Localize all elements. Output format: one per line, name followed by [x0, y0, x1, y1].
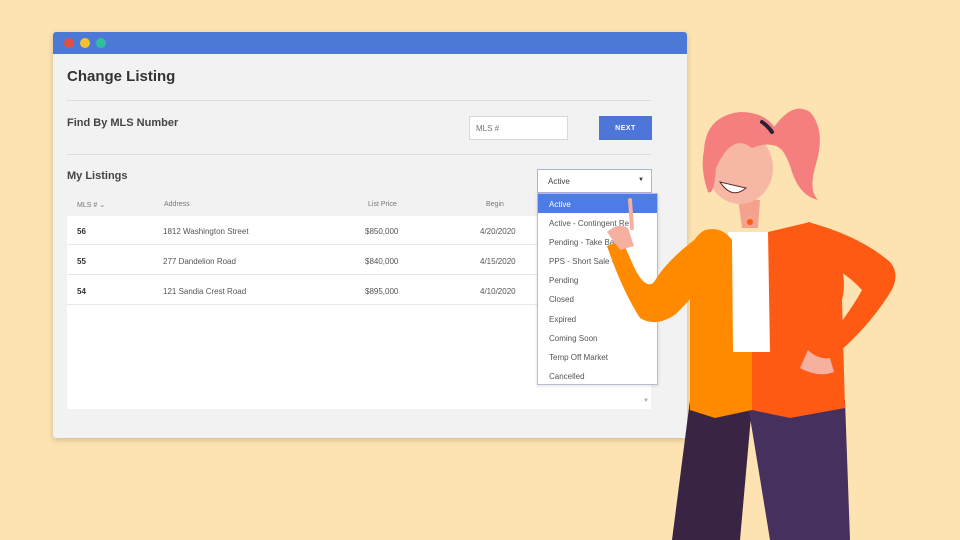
price-cell: $850,000	[365, 227, 399, 236]
waving-thumb	[628, 198, 634, 230]
begin-cell: 4/20/2020	[480, 227, 516, 236]
column-header-address[interactable]: Address	[164, 201, 190, 208]
find-by-mls-label: Find By MLS Number	[67, 117, 179, 129]
address-cell: 121 Sandia Crest Road	[163, 287, 247, 296]
my-listings-heading: My Listings	[67, 170, 128, 182]
begin-cell: 4/10/2020	[480, 287, 516, 296]
mls-cell: 55	[77, 257, 86, 266]
white-top	[728, 232, 772, 352]
address-cell: 1812 Washington Street	[163, 227, 249, 236]
column-header-mls[interactable]: MLS # ⌄	[77, 201, 105, 209]
trousers-left	[672, 400, 752, 540]
status-select-value: Active	[548, 177, 570, 186]
mls-cell: 56	[77, 227, 86, 236]
price-cell: $895,000	[365, 287, 399, 296]
address-cell: 277 Dandelion Road	[163, 257, 236, 266]
begin-cell: 4/15/2020	[480, 257, 516, 266]
mls-cell: 54	[77, 287, 86, 296]
column-header-list-price[interactable]: List Price	[368, 201, 397, 208]
close-window-icon[interactable]	[64, 38, 74, 48]
maximize-window-icon[interactable]	[96, 38, 106, 48]
page-title: Change Listing	[67, 68, 176, 85]
divider	[67, 154, 651, 155]
column-header-begin[interactable]: Begin	[486, 201, 504, 208]
price-cell: $840,000	[365, 257, 399, 266]
necklace-pendant	[747, 219, 753, 225]
woman-illustration	[607, 108, 896, 540]
title-bar	[53, 32, 687, 54]
minimize-window-icon[interactable]	[80, 38, 90, 48]
trousers-right	[748, 400, 850, 540]
mls-number-input[interactable]	[469, 116, 568, 140]
chevron-down-icon: ⌄	[99, 202, 106, 209]
divider	[67, 100, 651, 101]
ponytail	[772, 108, 820, 200]
